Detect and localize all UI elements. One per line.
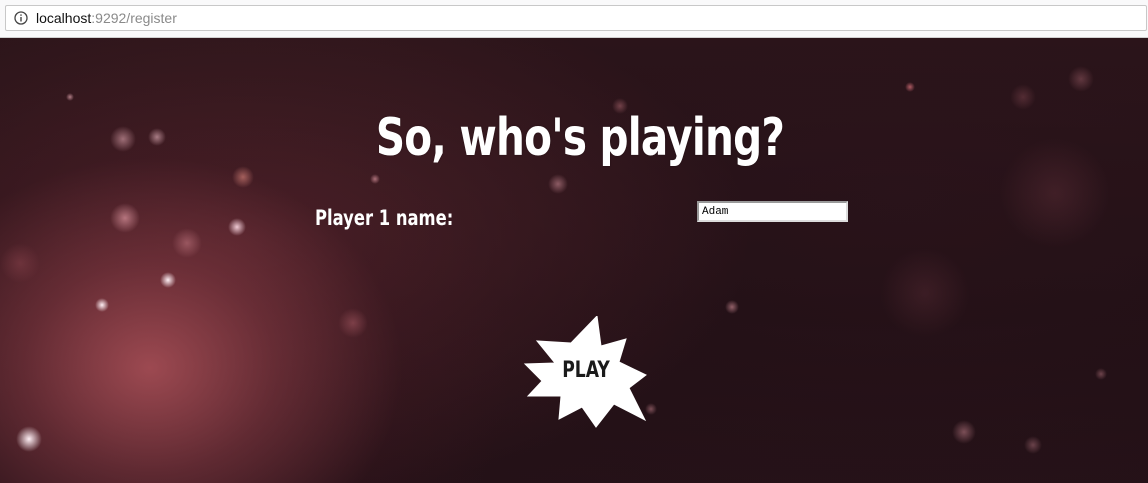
url-path: :9292/register [91, 10, 177, 26]
bokeh-particle [110, 203, 140, 233]
play-button[interactable]: PLAY [523, 316, 649, 428]
bokeh-particle [160, 272, 176, 288]
bokeh-particle [172, 228, 202, 258]
bokeh-particle [1068, 66, 1094, 92]
address-bar[interactable]: localhost:9292/register [5, 5, 1147, 31]
url-text: localhost:9292/register [36, 10, 177, 26]
bokeh-particle [16, 426, 42, 452]
player1-name-input[interactable] [697, 201, 848, 222]
info-icon[interactable] [14, 11, 28, 25]
bokeh-particle [1010, 84, 1036, 110]
bokeh-particle [880, 248, 970, 338]
play-button-label: PLAY [562, 358, 610, 383]
bokeh-particle [725, 300, 739, 314]
bokeh-particle [370, 174, 380, 184]
bokeh-particle [0, 243, 40, 283]
register-page: So, who's playing? Player 1 name: PLAY [0, 38, 1148, 483]
player1-name-label: Player 1 name: [315, 206, 454, 230]
bokeh-particle [95, 298, 109, 312]
bokeh-particle [548, 174, 568, 194]
bokeh-particle [338, 308, 368, 338]
bokeh-particle [232, 166, 254, 188]
bokeh-particle [1095, 368, 1107, 380]
browser-toolbar: localhost:9292/register [0, 0, 1148, 38]
page-title: So, who's playing? [375, 108, 785, 168]
bokeh-particle [952, 420, 976, 444]
bokeh-particle [1024, 436, 1042, 454]
bokeh-particle [66, 93, 74, 101]
bokeh-particle [228, 218, 246, 236]
url-host: localhost [36, 10, 92, 26]
bokeh-particle [905, 82, 915, 92]
